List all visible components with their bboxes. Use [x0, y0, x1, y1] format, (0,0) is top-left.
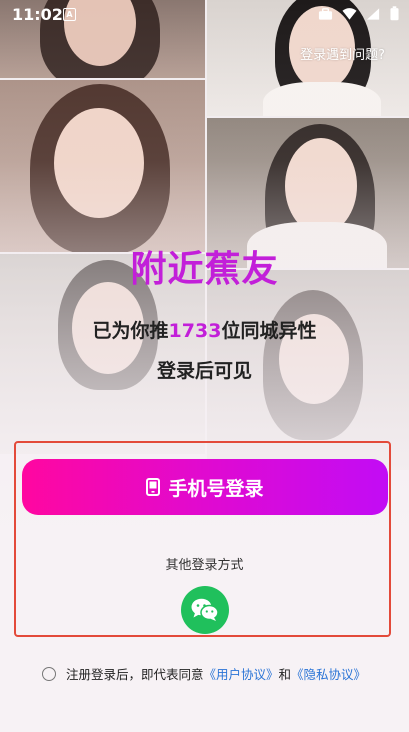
status-time: 11:02: [12, 5, 63, 24]
login-help-link[interactable]: 登录遇到问题?: [300, 44, 385, 63]
recommend-count: 1733: [168, 320, 222, 342]
login-screen: 11:02 A 登录遇到问题? 附近蕉友 已为你推1733位同城异性 登录后可见…: [0, 0, 409, 732]
wifi-icon: [342, 7, 357, 20]
wechat-icon: [191, 598, 219, 621]
agreement-row: 注册登录后，即代表同意 《用户协议》 和 《隐私协议》: [42, 664, 402, 683]
status-bar: 11:02 A: [0, 0, 409, 28]
wechat-login-button[interactable]: [181, 586, 229, 634]
phone-login-button[interactable]: 手机号登录: [22, 459, 388, 515]
login-visible-subtitle: 登录后可见: [156, 360, 252, 382]
recommend-prefix: 已为你推: [92, 320, 169, 342]
user-agreement-link[interactable]: 《用户协议》: [204, 664, 279, 683]
phone-login-label: 手机号登录: [168, 477, 264, 500]
notification-icon: A: [63, 8, 76, 21]
page-title: 附近蕉友: [130, 249, 279, 290]
recommend-suffix: 位同城异性: [221, 320, 317, 342]
signal-icon: [366, 7, 380, 20]
agreement-checkbox[interactable]: [42, 666, 56, 681]
battery-icon: [390, 6, 399, 21]
recommend-text: 已为你推1733位同城异性: [0, 316, 409, 343]
agreement-conjunction: 和: [278, 667, 292, 682]
phone-icon: [146, 478, 161, 496]
other-login-methods-label: 其他登录方式: [165, 558, 244, 573]
agreement-prefix: 注册登录后，即代表同意: [66, 667, 204, 682]
privacy-policy-link[interactable]: 《隐私协议》: [291, 664, 366, 683]
briefcase-icon: [318, 7, 333, 20]
